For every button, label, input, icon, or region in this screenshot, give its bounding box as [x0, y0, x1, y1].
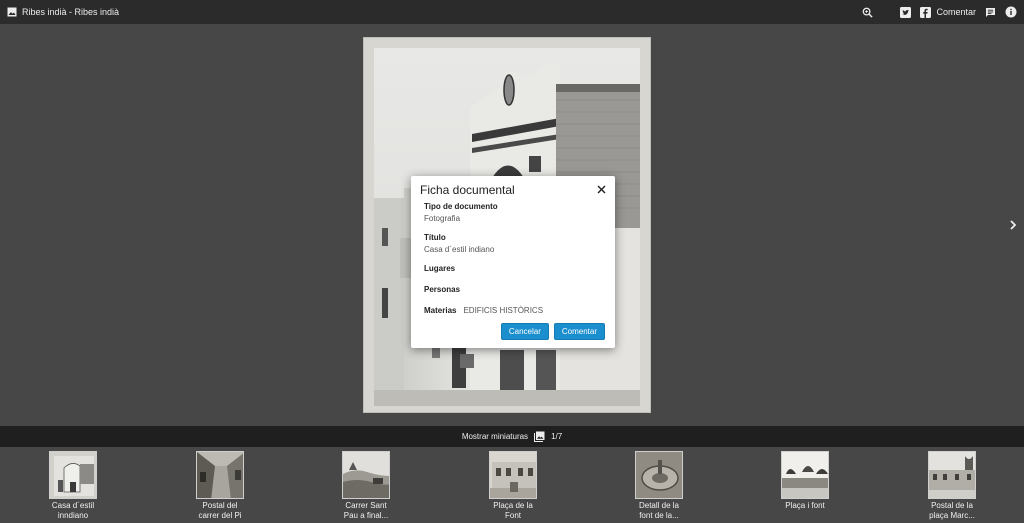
- field-materias: Materias EDIFICIS HISTÒRICS: [424, 306, 605, 316]
- next-image-arrow-icon[interactable]: [1006, 218, 1020, 232]
- gallery-icon[interactable]: [534, 431, 545, 442]
- thumbnail-label: Detall de la font de la...: [638, 501, 680, 520]
- thumbnail-image[interactable]: [635, 451, 683, 499]
- thumbnail-item[interactable]: Carrer Sant Pau a final...: [328, 451, 404, 521]
- comment-icon[interactable]: [985, 7, 996, 18]
- thumbnail-item[interactable]: Plaça i font: [767, 451, 843, 511]
- thumbnails-toggle-bar[interactable]: Mostrar miniaturas 1/7: [0, 426, 1024, 447]
- field-tipo: Tipo de documento Fotografia: [424, 202, 605, 224]
- field-lugares-label: Lugares: [424, 264, 456, 273]
- page-counter: 1/7: [551, 432, 563, 441]
- comment-submit-button[interactable]: Comentar: [553, 323, 605, 340]
- thumbnail-label: Plaça de la Font: [493, 501, 533, 520]
- document-info-modal: Ficha documental Tipo de documento Fotog…: [411, 176, 615, 348]
- field-tipo-value: Fotografia: [424, 214, 461, 223]
- zoom-icon[interactable]: [862, 7, 874, 18]
- info-icon[interactable]: [1005, 6, 1017, 18]
- document-title: Ribes indià - Ribes indià: [22, 7, 120, 17]
- field-titulo-value: Casa d´estil indiano: [424, 245, 495, 254]
- thumbnail-image[interactable]: [489, 451, 537, 499]
- thumbnail-label: Postal de la plaça Marc...: [929, 501, 975, 520]
- thumbnail-image[interactable]: [49, 451, 97, 499]
- thumbnail-image[interactable]: [196, 451, 244, 499]
- field-titulo: Título Casa d´estil indiano: [424, 233, 605, 255]
- field-materias-label: Materias: [424, 306, 457, 315]
- modal-actions: Cancelar Comentar: [500, 323, 605, 340]
- thumbnail-label: Carrer Sant Pau a final...: [343, 501, 389, 520]
- thumbnails-strip: Casa d´estil inndiano Postal del carrer …: [0, 447, 1024, 523]
- thumbnail-item[interactable]: Postal de la plaça Marc...: [914, 451, 990, 521]
- document-title-group: Ribes indià - Ribes indià: [7, 7, 119, 17]
- thumbnail-image[interactable]: [342, 451, 390, 499]
- thumbnail-item[interactable]: Detall de la font de la...: [621, 451, 697, 521]
- cancel-button[interactable]: Cancelar: [500, 323, 549, 340]
- facebook-icon[interactable]: [920, 6, 932, 18]
- show-thumbnails-label[interactable]: Mostrar miniaturas: [462, 432, 528, 441]
- toolbar-actions: Comentar: [862, 6, 1017, 18]
- field-materias-value: EDIFICIS HISTÒRICS: [463, 306, 544, 315]
- image-icon: [7, 7, 17, 17]
- field-personas: Personas: [424, 285, 605, 295]
- thumbnail-label: Postal del carrer del Pi: [198, 501, 242, 520]
- thumbnail-label: Casa d´estil inndiano: [51, 501, 95, 520]
- top-bar: Ribes indià - Ribes indià Comentar: [0, 0, 1024, 24]
- image-viewer: Ficha documental Tipo de documento Fotog…: [0, 24, 1024, 426]
- thumbnail-item[interactable]: Casa d´estil inndiano: [35, 451, 111, 521]
- field-tipo-label: Tipo de documento: [424, 202, 498, 211]
- thumbnail-image[interactable]: [928, 451, 976, 499]
- modal-title: Ficha documental: [420, 183, 515, 197]
- twitter-icon[interactable]: [900, 6, 912, 18]
- thumbnail-label: Plaça i font: [785, 501, 825, 510]
- field-titulo-label: Título: [424, 233, 446, 242]
- field-personas-label: Personas: [424, 285, 461, 294]
- close-icon[interactable]: [597, 185, 606, 194]
- thumbnail-image[interactable]: [781, 451, 829, 499]
- comment-link[interactable]: Comentar: [936, 7, 976, 17]
- thumbnail-item[interactable]: Postal del carrer del Pi: [182, 451, 258, 521]
- field-lugares: Lugares: [424, 264, 605, 274]
- thumbnail-item[interactable]: Plaça de la Font: [475, 451, 551, 521]
